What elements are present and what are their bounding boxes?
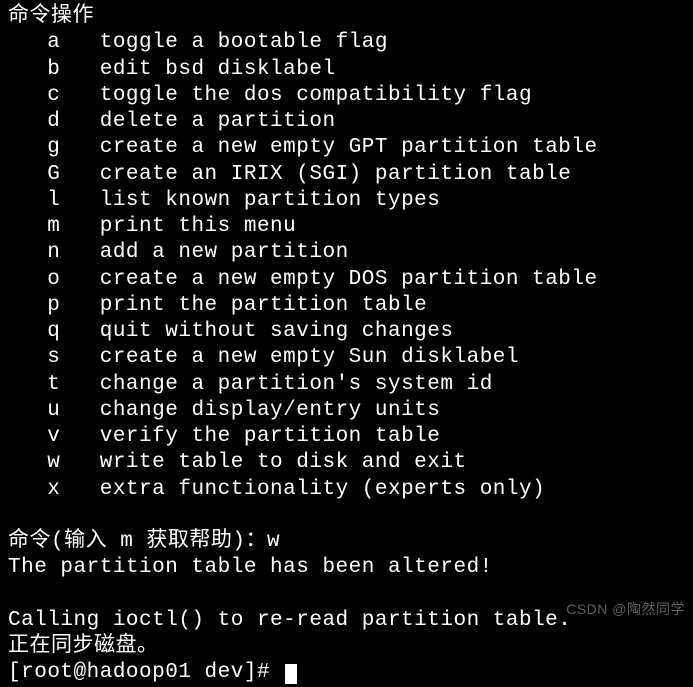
result-altered: The partition table has been altered!: [8, 555, 685, 581]
watermark: CSDN @陶然同学: [566, 601, 685, 619]
command-row: a toggle a bootable flag: [8, 30, 685, 56]
command-key: a: [8, 31, 60, 54]
command-row: g create a new empty GPT partition table: [8, 135, 685, 161]
command-row: c toggle the dos compatibility flag: [8, 83, 685, 109]
command-description: create a new empty DOS partition table: [60, 268, 597, 291]
command-description: edit bsd disklabel: [60, 58, 335, 81]
command-description: quit without saving changes: [60, 320, 453, 343]
result-sync: 正在同步磁盘。: [8, 634, 685, 660]
command-description: toggle a bootable flag: [60, 31, 388, 54]
command-row: s create a new empty Sun disklabel: [8, 345, 685, 371]
command-row: x extra functionality (experts only): [8, 477, 685, 503]
command-description: write table to disk and exit: [60, 451, 466, 474]
command-key: w: [8, 451, 60, 474]
command-key: n: [8, 241, 60, 264]
command-key: b: [8, 58, 60, 81]
command-list: a toggle a bootable flag b edit bsd disk…: [8, 30, 685, 503]
command-key: p: [8, 294, 60, 317]
command-row: o create a new empty DOS partition table: [8, 267, 685, 293]
command-description: verify the partition table: [60, 425, 440, 448]
command-row: m print this menu: [8, 214, 685, 240]
command-key: g: [8, 136, 60, 159]
command-description: create a new empty GPT partition table: [60, 136, 597, 159]
command-row: p print the partition table: [8, 293, 685, 319]
command-key: l: [8, 189, 60, 212]
user-host: root@hadoop01: [21, 661, 191, 684]
bracket-open: [: [8, 661, 21, 684]
command-description: list known partition types: [60, 189, 440, 212]
command-row: u change display/entry units: [8, 398, 685, 424]
command-key: m: [8, 215, 60, 238]
command-description: create an IRIX (SGI) partition table: [60, 163, 571, 186]
command-row: w write table to disk and exit: [8, 450, 685, 476]
command-row: v verify the partition table: [8, 424, 685, 450]
fdisk-prompt-input[interactable]: w: [267, 530, 280, 553]
command-key: t: [8, 373, 60, 396]
fdisk-prompt-label: 命令(输入 m 获取帮助)：: [8, 530, 267, 553]
command-key: G: [8, 163, 60, 186]
shell-path: dev: [191, 661, 243, 684]
blank-line: [8, 503, 685, 529]
command-row: G create an IRIX (SGI) partition table: [8, 162, 685, 188]
command-description: print the partition table: [60, 294, 427, 317]
command-row: l list known partition types: [8, 188, 685, 214]
command-description: delete a partition: [60, 110, 335, 133]
command-description: toggle the dos compatibility flag: [60, 84, 532, 107]
command-description: create a new empty Sun disklabel: [60, 346, 519, 369]
command-key: o: [8, 268, 60, 291]
command-key: u: [8, 399, 60, 422]
section-header: 命令操作: [8, 4, 685, 30]
command-key: s: [8, 346, 60, 369]
command-description: print this menu: [60, 215, 296, 238]
shell-prompt[interactable]: [root@hadoop01 dev]#: [8, 660, 685, 686]
command-description: change a partition's system id: [60, 373, 492, 396]
command-row: d delete a partition: [8, 109, 685, 135]
command-key: x: [8, 478, 60, 501]
command-key: c: [8, 84, 60, 107]
cursor-icon: [285, 664, 297, 684]
command-row: n add a new partition: [8, 240, 685, 266]
command-row: b edit bsd disklabel: [8, 57, 685, 83]
command-key: q: [8, 320, 60, 343]
command-description: add a new partition: [60, 241, 348, 264]
command-key: v: [8, 425, 60, 448]
command-key: d: [8, 110, 60, 133]
bracket-close: ]#: [244, 661, 283, 684]
command-description: extra functionality (experts only): [60, 478, 545, 501]
fdisk-prompt-line: 命令(输入 m 获取帮助)：w: [8, 529, 685, 555]
command-description: change display/entry units: [60, 399, 440, 422]
command-row: q quit without saving changes: [8, 319, 685, 345]
command-row: t change a partition's system id: [8, 372, 685, 398]
